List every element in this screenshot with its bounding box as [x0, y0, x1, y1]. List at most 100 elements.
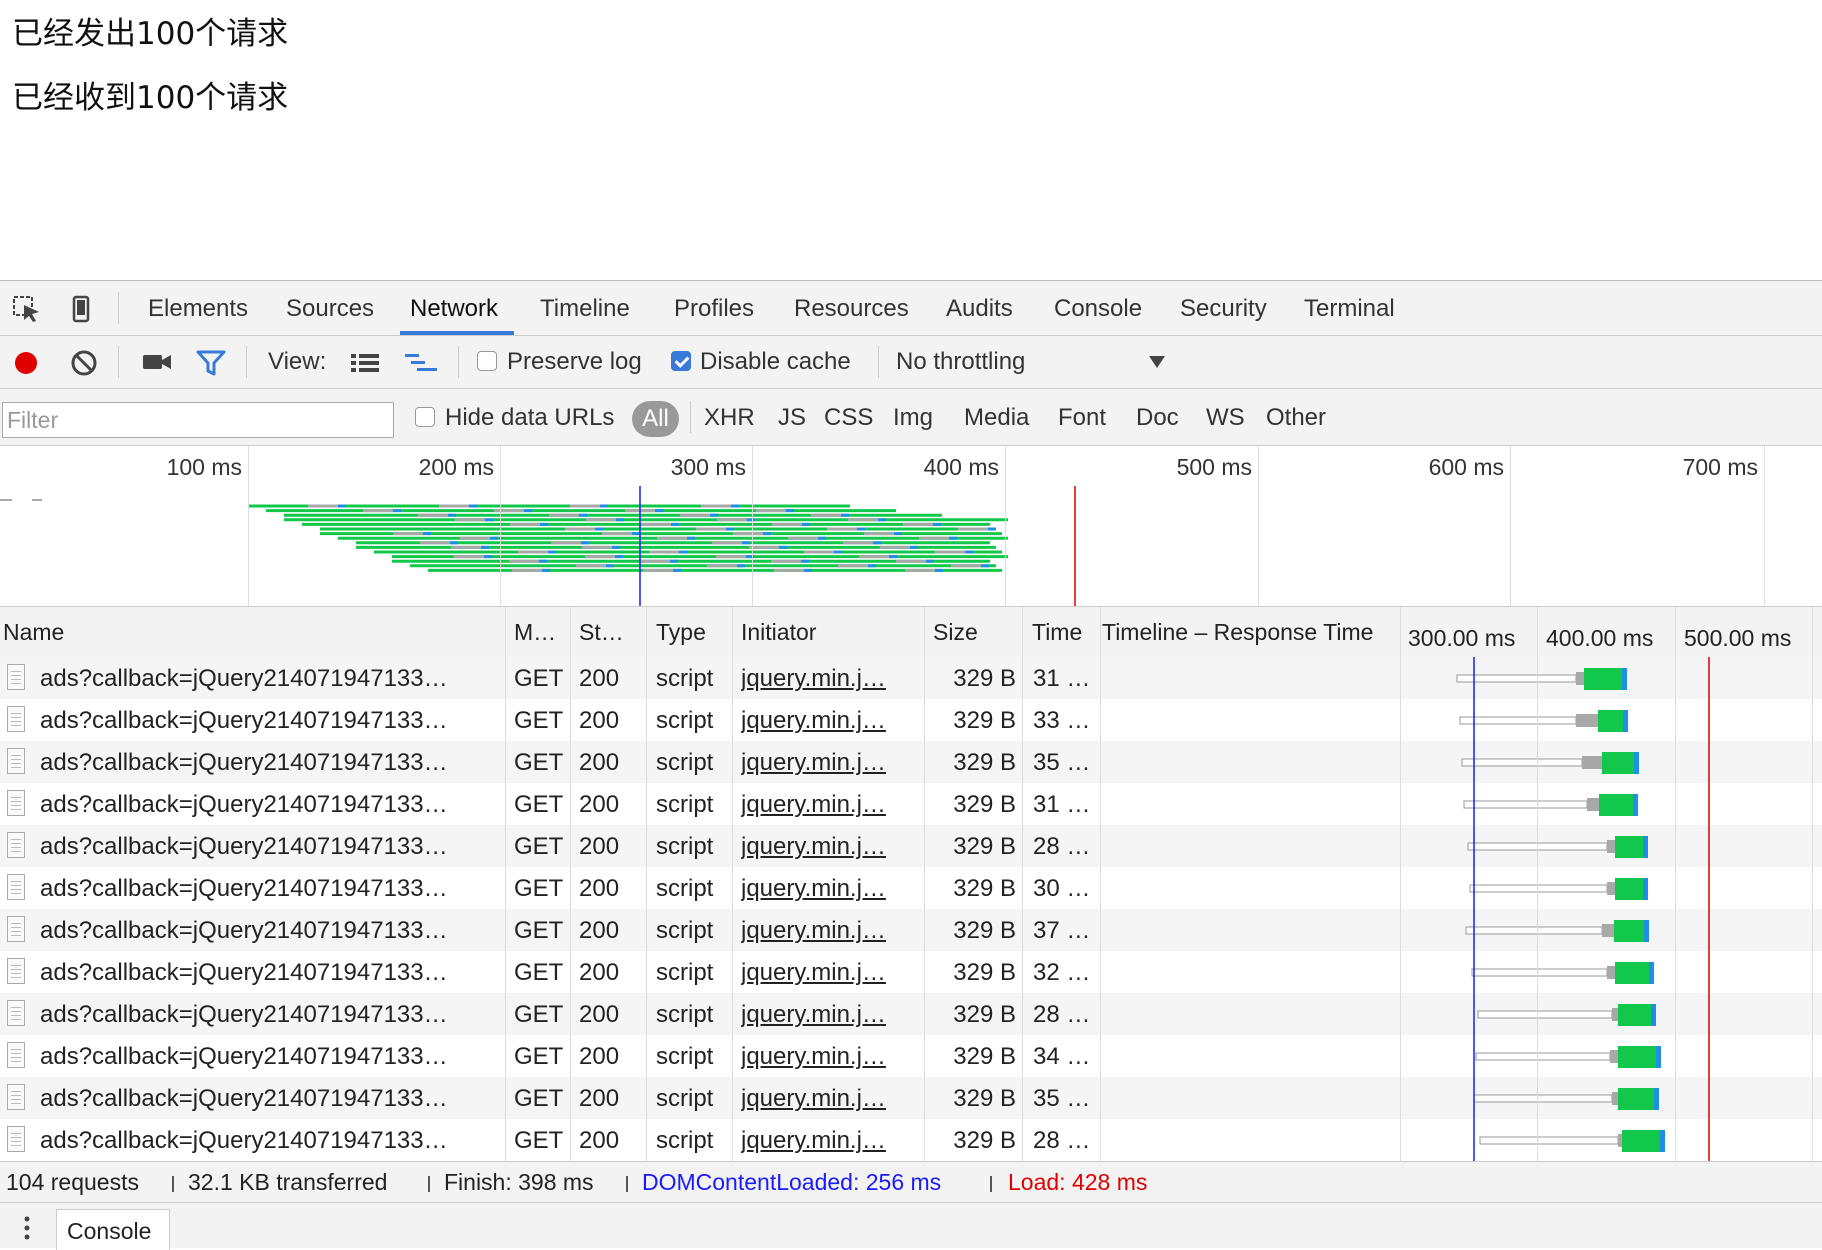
tab-network[interactable]: Network [410, 295, 498, 323]
cell-type: script [656, 1001, 714, 1028]
cell-initiator[interactable]: jquery.min.j… [741, 749, 911, 777]
tab-terminal[interactable]: Terminal [1304, 295, 1395, 323]
column-separator[interactable] [1100, 607, 1101, 1161]
cell-method: GET [514, 707, 564, 734]
hide-data-urls-checkbox[interactable] [415, 407, 435, 427]
camera-icon[interactable] [142, 351, 172, 373]
timeline-waiting-bar [1610, 1050, 1618, 1063]
cell-initiator[interactable]: jquery.min.j… [741, 875, 911, 903]
filter-type-img[interactable]: Img [893, 404, 933, 432]
cell-initiator[interactable]: jquery.min.j… [741, 1001, 911, 1029]
column-header-size[interactable]: Size [933, 619, 978, 646]
column-header-method[interactable]: M… [514, 619, 556, 646]
timeline-queued-bar [1479, 1136, 1619, 1145]
cell-name: ads?callback=jQuery214071947133… [40, 959, 448, 986]
cell-initiator[interactable]: jquery.min.j… [741, 665, 911, 693]
cell-size: 329 B [953, 707, 1016, 734]
timeline-queued-bar [1473, 1094, 1613, 1103]
cell-time: 28 … [1033, 833, 1091, 860]
status-dom-content-loaded: DOMContentLoaded: 256 ms [642, 1169, 942, 1195]
timeline-download-bar [1633, 794, 1638, 816]
tab-elements[interactable]: Elements [148, 295, 248, 323]
device-mode-icon[interactable] [66, 295, 96, 323]
timeline-waiting-bar [1582, 756, 1602, 769]
filter-type-font[interactable]: Font [1058, 404, 1106, 432]
overview-gridline [1005, 446, 1006, 606]
cell-method: GET [514, 875, 564, 902]
timeline-waiting-bar [1607, 882, 1615, 895]
column-separator[interactable] [1675, 607, 1676, 1161]
cell-initiator[interactable]: jquery.min.j… [741, 707, 911, 735]
tab-profiles[interactable]: Profiles [674, 295, 754, 323]
drawer-tab-console[interactable]: Console [56, 1209, 170, 1250]
tab-timeline[interactable]: Timeline [540, 295, 630, 323]
filter-type-ws[interactable]: WS [1206, 404, 1245, 432]
preserve-log-checkbox[interactable] [477, 351, 497, 371]
filter-type-css[interactable]: CSS [824, 404, 873, 432]
tab-sources[interactable]: Sources [286, 295, 374, 323]
inspect-element-icon[interactable] [12, 295, 42, 323]
column-separator[interactable] [1812, 607, 1813, 1161]
filter-type-media[interactable]: Media [964, 404, 1029, 432]
column-header-initiator[interactable]: Initiator [741, 619, 816, 646]
column-separator[interactable] [732, 607, 733, 1161]
record-icon[interactable] [12, 349, 40, 377]
filter-type-other[interactable]: Other [1266, 404, 1326, 432]
script-file-icon [7, 832, 25, 858]
timeline-queued-bar [1477, 1010, 1613, 1019]
throttling-select[interactable]: No throttling [896, 336, 1174, 388]
tab-audits[interactable]: Audits [946, 295, 1013, 323]
filter-type-xhr[interactable]: XHR [704, 404, 755, 432]
cell-method: GET [514, 791, 564, 818]
cell-time: 32 … [1033, 959, 1091, 986]
timeline-download-bar [1643, 836, 1648, 858]
waterfall-overview-icon[interactable] [404, 352, 438, 374]
cell-initiator[interactable]: jquery.min.j… [741, 1127, 911, 1155]
filter-input[interactable] [2, 402, 394, 438]
timeline-receiving-bar [1618, 1088, 1654, 1110]
column-separator[interactable] [1537, 607, 1538, 1161]
column-separator[interactable] [1022, 607, 1023, 1161]
cell-method: GET [514, 1001, 564, 1028]
column-header-time[interactable]: Time [1032, 619, 1082, 646]
tab-resources[interactable]: Resources [794, 295, 909, 323]
large-rows-icon[interactable] [350, 352, 380, 374]
filter-type-js[interactable]: JS [778, 404, 806, 432]
cell-initiator[interactable]: jquery.min.j… [741, 1085, 911, 1113]
column-separator[interactable] [924, 607, 925, 1161]
cell-initiator[interactable]: jquery.min.j… [741, 959, 911, 987]
cell-method: GET [514, 833, 564, 860]
filter-type-doc[interactable]: Doc [1136, 404, 1179, 432]
cell-initiator[interactable]: jquery.min.j… [741, 833, 911, 861]
timeline-queued-bar [1459, 716, 1577, 725]
cell-initiator[interactable]: jquery.min.j… [741, 1043, 911, 1071]
network-overview[interactable]: 100 ms 200 ms 300 ms 400 ms 500 ms 600 ms 700 … [0, 446, 1822, 607]
column-separator[interactable] [570, 607, 571, 1161]
cell-method: GET [514, 917, 564, 944]
column-separator[interactable] [505, 607, 506, 1161]
timeline-receiving-bar [1602, 752, 1634, 774]
filter-type-all[interactable]: All [632, 401, 679, 437]
column-header-status[interactable]: St… [579, 619, 624, 646]
devtools-tab-bar: Elements Sources Network Timeline Profiles Re… [0, 281, 1822, 336]
cell-type: script [656, 1043, 714, 1070]
disable-cache-checkbox[interactable] [671, 351, 691, 371]
column-separator[interactable] [646, 607, 647, 1161]
cell-type: script [656, 833, 714, 860]
tab-security[interactable]: Security [1180, 295, 1267, 323]
more-options-icon[interactable] [20, 1213, 34, 1243]
cell-initiator[interactable]: jquery.min.j… [741, 917, 911, 945]
script-file-icon [7, 664, 25, 690]
cell-size: 329 B [953, 1127, 1016, 1154]
column-header-type[interactable]: Type [656, 619, 706, 646]
tab-console[interactable]: Console [1054, 295, 1142, 323]
cell-initiator[interactable]: jquery.min.j… [741, 791, 911, 819]
clear-icon[interactable] [70, 349, 98, 377]
overview-tick-label: 200 ms [418, 454, 494, 480]
column-header-timeline[interactable]: Timeline – Response Time [1102, 619, 1373, 646]
column-header-name[interactable]: Name [3, 619, 64, 646]
filter-icon[interactable] [196, 349, 226, 377]
cell-type: script [656, 707, 714, 734]
column-separator[interactable] [1400, 607, 1401, 1161]
cell-method: GET [514, 959, 564, 986]
